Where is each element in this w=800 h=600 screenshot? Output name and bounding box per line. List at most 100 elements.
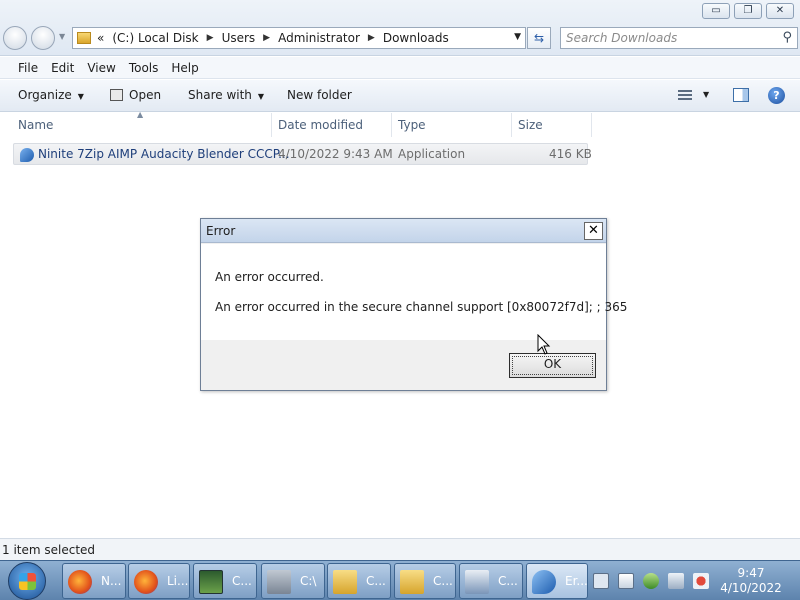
share-with-label: Share with [188,88,252,102]
security-check-icon[interactable] [643,573,659,589]
organize-button[interactable]: Organize ▼ [18,88,84,102]
window-titlebar: ▭ ❐ ✕ ▼ « (C:) Local Disk ▶ Users ▶ Admi… [0,0,800,56]
menu-help[interactable]: Help [171,61,198,75]
column-divider[interactable] [391,113,392,137]
menu-file[interactable]: File [18,61,38,75]
start-button[interactable] [8,562,46,600]
taskbar-button-explorer-2[interactable]: C... [394,563,456,599]
command-bar: Organize ▼ Open Share with ▼ New folder ▼ … [0,80,800,112]
taskbar-button-error[interactable]: Er... [526,563,588,599]
menu-tools[interactable]: Tools [129,61,159,75]
close-window-button[interactable]: ✕ [766,3,794,19]
column-header-date-modified[interactable]: Date modified [278,113,363,137]
new-folder-button[interactable]: New folder [287,88,352,102]
open-button[interactable]: Open [110,88,161,102]
taskbar-label: C... [433,574,453,588]
organize-label: Organize [18,88,72,102]
chevron-down-icon: ▼ [77,92,84,101]
taskbar-label: C... [366,574,386,588]
taskbar-button-command-prompt[interactable]: C... [193,563,257,599]
network-drive-icon [267,570,291,594]
taskbar-label: Er... [565,574,588,588]
status-bar: 1 item selected [0,538,800,560]
error-summary-text: An error occurred. [215,270,324,284]
column-divider[interactable] [511,113,512,137]
search-placeholder: Search Downloads [566,31,678,45]
folder-icon [77,32,91,44]
mouse-cursor-icon [537,334,551,355]
share-with-button[interactable]: Share with ▼ [188,88,264,102]
error-app-icon [532,570,556,594]
menu-view[interactable]: View [87,61,115,75]
column-divider[interactable] [591,113,592,137]
ninite-app-icon [20,148,34,162]
folder-icon [400,570,424,594]
taskbar-label: C... [498,574,518,588]
breadcrumb-downloads[interactable]: Downloads [383,31,449,45]
taskbar-button-remote-desktop[interactable]: C... [459,563,523,599]
address-bar[interactable]: « (C:) Local Disk ▶ Users ▶ Administrato… [72,27,526,49]
change-view-icon[interactable] [678,90,692,100]
taskbar-button-firefox-2[interactable]: Li... [128,563,190,599]
minimize-button[interactable]: ▭ [702,3,730,19]
column-header-name[interactable]: Name [18,113,53,137]
breadcrumb-local-disk[interactable]: (C:) Local Disk [112,31,198,45]
breadcrumb-separator-icon[interactable]: ▶ [207,33,214,43]
error-detail-text: An error occurred in the secure channel … [215,300,628,314]
breadcrumb-users[interactable]: Users [222,31,256,45]
selection-status-text: 1 item selected [2,543,96,557]
view-options-dropdown[interactable]: ▼ [703,90,709,99]
search-input[interactable]: Search Downloads ⚲ [560,27,798,49]
maximize-button[interactable]: ❐ [734,3,762,19]
firefox-icon [68,570,92,594]
breadcrumb-separator-icon[interactable]: ▶ [263,33,270,43]
taskbar-label: Li... [167,574,189,588]
address-dropdown-icon[interactable]: ▼ [514,32,521,42]
dialog-title: Error [206,224,236,238]
dialog-close-button[interactable]: ✕ [584,222,603,240]
help-icon[interactable]: ? [768,87,785,104]
system-tray [593,567,718,589]
tray-app-icon[interactable] [593,573,609,589]
file-type: Application [398,147,466,161]
dialog-titlebar[interactable]: Error ✕ [201,219,606,243]
file-name: Ninite 7Zip AIMP Audacity Blender CCCP..… [38,147,290,161]
network-icon[interactable] [668,573,684,589]
taskbar-label: N... [101,574,122,588]
column-header-type[interactable]: Type [398,113,426,137]
taskbar-button-firefox-1[interactable]: N... [62,563,126,599]
forward-button[interactable] [31,26,55,50]
error-dialog: Error ✕ An error occurred. An error occu… [200,218,627,391]
breadcrumb-overflow[interactable]: « [97,31,104,45]
taskbar-label: C... [232,574,252,588]
file-row[interactable]: Ninite 7Zip AIMP Audacity Blender CCCP..… [13,143,592,165]
windows-logo-icon [19,573,36,590]
taskbar-button-explorer-1[interactable]: C... [327,563,391,599]
volume-muted-icon[interactable] [693,573,709,589]
folder-icon [333,570,357,594]
column-divider[interactable] [271,113,272,137]
clock-time: 9:47 [737,566,765,580]
menu-edit[interactable]: Edit [51,61,74,75]
dialog-message-area: An error occurred. An error occurred in … [201,244,627,340]
open-label: Open [129,88,162,102]
breadcrumb-separator-icon[interactable]: ▶ [368,33,375,43]
action-center-flag-icon[interactable] [618,573,634,589]
command-prompt-icon [199,570,223,594]
column-header-size[interactable]: Size [518,113,543,137]
taskbar-clock[interactable]: 9:47 4/10/2022 [718,566,784,596]
sort-ascending-icon: ▲ [137,110,144,119]
refresh-button[interactable]: ⇆ [527,27,551,49]
file-date-modified: 4/10/2022 9:43 AM [278,147,393,161]
open-icon [110,89,123,101]
taskbar-button-network-drive[interactable]: C:\ [261,563,325,599]
menu-bar: File Edit View Tools Help [0,57,800,79]
recent-pages-dropdown[interactable]: ▼ [59,32,65,41]
taskbar-label: C:\ [300,574,317,588]
preview-pane-icon[interactable] [733,88,749,102]
file-size: 416 KB [549,147,592,161]
back-button[interactable] [3,26,27,50]
search-icon[interactable]: ⚲ [782,28,792,48]
breadcrumb-administrator[interactable]: Administrator [278,31,360,45]
ok-button[interactable]: OK [509,353,596,378]
